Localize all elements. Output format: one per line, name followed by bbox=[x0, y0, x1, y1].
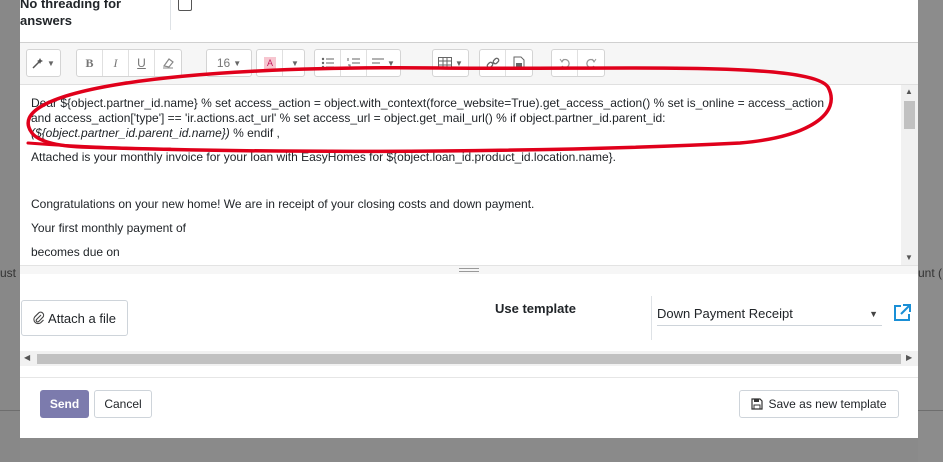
save-as-template-button[interactable]: Save as new template bbox=[739, 390, 899, 418]
color-group: A ▼ bbox=[256, 49, 305, 77]
compose-email-dialog: No threading for answers ▼ B I U 16 ▼ A … bbox=[20, 0, 918, 438]
template-select[interactable]: Down Payment Receipt ▼ bbox=[657, 302, 882, 326]
table-icon[interactable]: ▼ bbox=[433, 50, 468, 76]
font-size-group: 16 ▼ bbox=[206, 49, 252, 77]
editor-paragraph-due-on: becomes due on bbox=[31, 245, 120, 259]
no-threading-checkbox[interactable] bbox=[178, 0, 192, 11]
dialog-horizontal-scrollbar[interactable]: ◀ ▶ bbox=[20, 351, 918, 366]
send-button[interactable]: Send bbox=[40, 390, 89, 418]
scroll-right-icon[interactable]: ▶ bbox=[906, 353, 912, 362]
history-group bbox=[551, 49, 605, 77]
template-selected-value: Down Payment Receipt bbox=[657, 306, 793, 321]
magic-wand-icon[interactable]: ▼ bbox=[27, 50, 60, 76]
undo-icon[interactable] bbox=[552, 50, 578, 76]
horizontal-scroll-thumb[interactable] bbox=[37, 354, 901, 364]
chevron-down-icon: ▼ bbox=[869, 308, 878, 319]
font-size-dropdown[interactable]: 16 ▼ bbox=[207, 50, 251, 76]
attach-file-button[interactable]: Attach a file bbox=[21, 300, 128, 336]
editor-toolbar: ▼ B I U 16 ▼ A ▼ ▼ ▼ bbox=[20, 43, 918, 85]
field-divider bbox=[170, 0, 171, 30]
editor-paragraph-first-payment: Your first monthly payment of bbox=[31, 221, 186, 235]
background-right bbox=[918, 0, 943, 462]
font-color-icon[interactable]: A bbox=[257, 50, 283, 76]
save-as-template-label: Save as new template bbox=[768, 397, 887, 411]
background-divider-right bbox=[918, 410, 943, 411]
scroll-down-icon[interactable]: ▼ bbox=[905, 253, 913, 262]
scroll-up-icon[interactable]: ▲ bbox=[905, 87, 913, 96]
background-column-fragment-left: ust bbox=[0, 266, 17, 280]
floppy-disk-icon bbox=[751, 398, 764, 410]
use-template-label: Use template bbox=[495, 301, 576, 316]
background-divider-left bbox=[0, 410, 20, 411]
editor-paragraph-invoice: Attached is your monthly invoice for you… bbox=[31, 150, 616, 164]
footer-divider bbox=[20, 377, 918, 378]
paragraph-group: ▼ bbox=[314, 49, 401, 77]
eraser-icon[interactable] bbox=[155, 50, 181, 76]
ordered-list-icon[interactable] bbox=[341, 50, 367, 76]
link-icon[interactable] bbox=[480, 50, 506, 76]
cancel-button[interactable]: Cancel bbox=[94, 390, 152, 418]
style-group: ▼ bbox=[26, 49, 61, 77]
svg-text:A: A bbox=[266, 58, 272, 68]
paragraph-align-icon[interactable]: ▼ bbox=[367, 50, 400, 76]
editor-paragraph-greeting: Dear ${object.partner_id.name} % set acc… bbox=[31, 96, 824, 140]
external-link-icon[interactable] bbox=[892, 303, 912, 323]
template-divider bbox=[651, 296, 652, 340]
font-group: B I U bbox=[76, 49, 182, 77]
grip-icon bbox=[459, 268, 479, 272]
font-color-caret-icon[interactable]: ▼ bbox=[283, 50, 304, 76]
html-editor: ▼ B I U 16 ▼ A ▼ ▼ ▼ Dear ${object.partn… bbox=[20, 42, 918, 274]
editor-content[interactable]: Dear ${object.partner_id.name} % set acc… bbox=[20, 85, 901, 265]
scroll-left-icon[interactable]: ◀ bbox=[24, 353, 30, 362]
font-size-value: 16 bbox=[216, 56, 231, 70]
redo-icon[interactable] bbox=[578, 50, 604, 76]
scroll-thumb[interactable] bbox=[904, 101, 915, 129]
background-left bbox=[0, 0, 20, 462]
italic-icon[interactable]: I bbox=[103, 50, 129, 76]
editor-vertical-scrollbar[interactable]: ▲ ▼ bbox=[901, 85, 918, 265]
editor-resize-handle[interactable] bbox=[20, 265, 918, 274]
background-column-fragment-right: unt ( bbox=[918, 266, 943, 280]
paperclip-icon bbox=[33, 311, 45, 325]
unordered-list-icon[interactable] bbox=[315, 50, 341, 76]
image-icon[interactable] bbox=[506, 50, 532, 76]
attach-file-label: Attach a file bbox=[48, 310, 116, 326]
insert-group bbox=[479, 49, 533, 77]
editor-paragraph-congratulations: Congratulations on your new home! We are… bbox=[31, 197, 535, 211]
bold-icon[interactable]: B bbox=[77, 50, 103, 76]
table-group: ▼ bbox=[432, 49, 469, 77]
underline-icon[interactable]: U bbox=[129, 50, 155, 76]
no-threading-label: No threading for answers bbox=[20, 0, 122, 28]
